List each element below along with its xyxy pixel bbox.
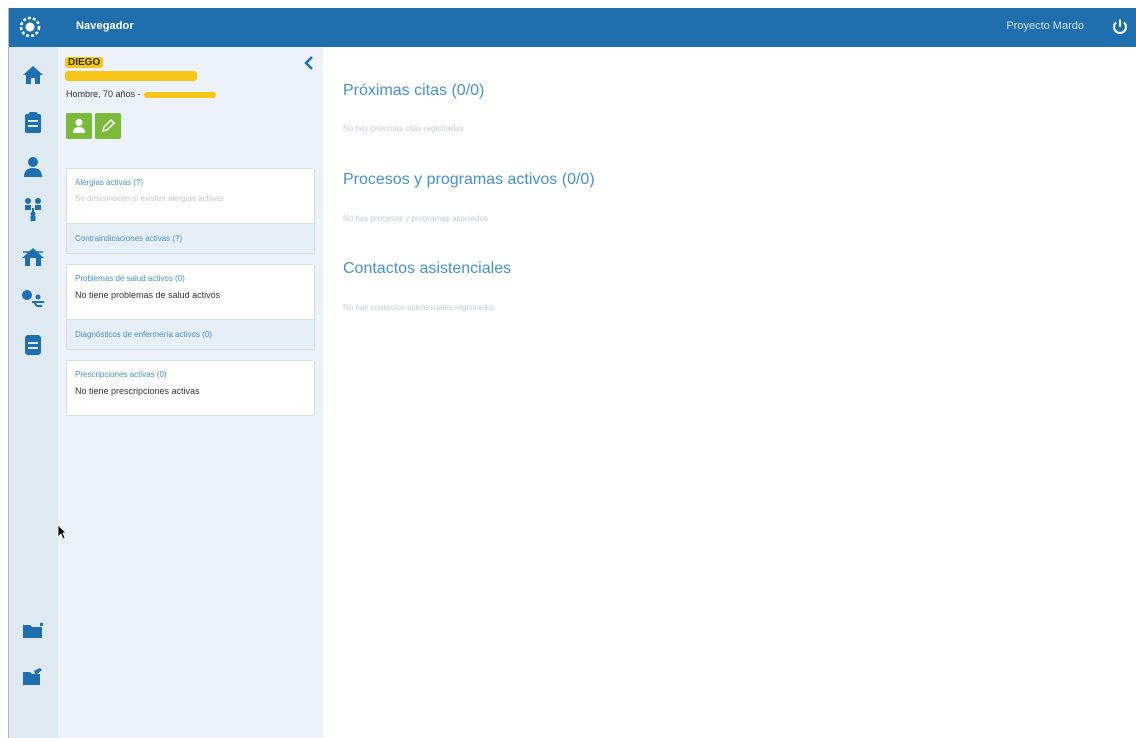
folder-icon[interactable]: [21, 619, 45, 643]
nursing-diagnoses-link[interactable]: Diagnósticos de enfermería activos (0): [67, 319, 314, 349]
prescriptions-text: No tiene prescripciones activas: [75, 386, 200, 396]
app-title: Navegador: [76, 20, 134, 32]
processes-heading: Procesos y programas activos (0/0): [343, 171, 595, 188]
mouse-cursor-icon: [57, 524, 67, 540]
contacts-empty-text: No hay contactos asistenciales registrad…: [343, 303, 495, 312]
main-content: Próximas citas (0/0) No hay próximas cit…: [323, 47, 1136, 738]
health-problems-text: No tiene problemas de salud activos: [75, 290, 221, 300]
health-problems-title[interactable]: Problemas de salud activos (0): [67, 265, 314, 283]
prescriptions-title[interactable]: Prescripciones activas (0): [67, 361, 314, 379]
patient-demographics: Hombre, 70 años -: [66, 89, 216, 99]
home-icon[interactable]: [21, 63, 45, 87]
prescriptions-card: Prescripciones activas (0) No tiene pres…: [66, 360, 315, 416]
project-name: Proyecto Mardo: [1006, 20, 1084, 32]
gear-logo-icon[interactable]: [19, 16, 41, 38]
health-problems-card: Problemas de salud activos (0) No tiene …: [66, 264, 315, 350]
patient-surname-redacted: [65, 71, 197, 81]
left-icon-bar: [9, 47, 58, 738]
patient-id-redacted: [143, 91, 216, 98]
patient-demographics-text: Hombre, 70 años -: [66, 89, 141, 99]
allergies-title[interactable]: Alergias activas (?): [67, 169, 314, 187]
edit-patient-button[interactable]: [95, 113, 121, 139]
edit-folder-icon[interactable]: [21, 665, 45, 689]
document-icon[interactable]: [21, 333, 45, 357]
patient-name: DIEGO: [65, 57, 104, 68]
house-network-icon[interactable]: [21, 245, 45, 269]
allergies-card: Alergias activas (?) Se desconocen si ex…: [66, 168, 315, 254]
contraindications-link[interactable]: Contraindicaciones activas (?): [67, 223, 314, 253]
patient-panel: DIEGO Hombre, 70 años - Alergias activas…: [58, 47, 323, 738]
power-icon[interactable]: [1110, 17, 1130, 37]
care-icon[interactable]: [21, 285, 45, 309]
appointments-empty-text: No hay próximas citas registradas: [343, 124, 464, 133]
app-window: Navegador Proyecto Mardo DIEGO Hombre, 7…: [8, 8, 1136, 738]
clipboard-icon[interactable]: [21, 111, 45, 135]
contacts-heading: Contactos asistenciales: [343, 260, 512, 277]
person-icon[interactable]: [21, 155, 45, 179]
processes-empty-text: No hay procesos y programas asociados: [343, 214, 488, 223]
patient-profile-button[interactable]: [66, 113, 92, 139]
top-bar: Navegador Proyecto Mardo: [9, 8, 1136, 47]
family-icon[interactable]: [21, 197, 45, 221]
chevron-left-icon[interactable]: [302, 55, 316, 71]
appointments-heading: Próximas citas (0/0): [343, 82, 485, 99]
allergies-text: Se desconocen si existen alergias activa…: [75, 194, 224, 203]
